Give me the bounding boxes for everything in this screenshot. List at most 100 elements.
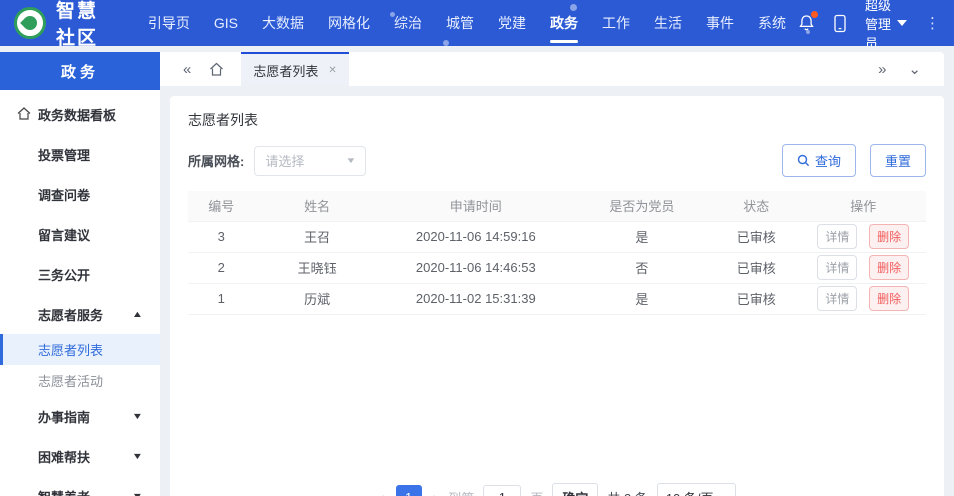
page-size-select[interactable]: 10 条/页 ⌄ xyxy=(656,482,737,496)
page-number-active[interactable]: 1 xyxy=(395,485,422,496)
app-title: 智慧社区 xyxy=(56,1,99,46)
collapse-sidebar-icon[interactable]: « xyxy=(174,61,200,78)
nav-item-governance[interactable]: 综治 xyxy=(382,0,434,46)
nav-item-government-active[interactable]: 政务 xyxy=(538,0,590,46)
col-header-actions: 操作 xyxy=(800,191,926,221)
grid-select[interactable]: 请选择 ▼ xyxy=(254,145,367,176)
table-row: 2 王晓钰 2020-11-06 14:46:53 否 已审核 详情 删除 xyxy=(188,252,926,284)
cell-time: 2020-11-06 14:46:53 xyxy=(379,252,572,284)
nav-item-city[interactable]: 城管 xyxy=(434,0,486,46)
prev-page-icon[interactable]: ‹ xyxy=(378,489,387,496)
cell-time: 2020-11-02 15:31:39 xyxy=(379,283,572,315)
nav-item-grid[interactable]: 网格化 xyxy=(316,0,382,46)
sidebar-menu: 政务数据看板 投票管理 调查问卷 留言建议 三务公开 志愿者服务 ▲ 志愿者列表… xyxy=(0,90,160,496)
sidebar-item-disclosure[interactable]: 三务公开 xyxy=(0,254,160,294)
sidebar-item-label: 志愿者活动 xyxy=(38,374,104,389)
sidebar-item-service-guide[interactable]: 办事指南 ▼ xyxy=(0,396,160,436)
sidebar-item-elderly-care[interactable]: 智慧养老 ▼ xyxy=(0,476,160,496)
sidebar-item-label: 留言建议 xyxy=(38,227,91,243)
nav-item-event[interactable]: 事件 xyxy=(694,0,746,46)
col-header-time: 申请时间 xyxy=(379,191,572,221)
topbar-right: 超级管理员 ⋮ xyxy=(798,0,940,46)
sidebar-title: 政务 xyxy=(0,52,160,90)
sidebar-item-label: 智慧养老 xyxy=(38,487,90,496)
notification-bell-icon[interactable] xyxy=(798,11,818,34)
cell-status: 已审核 xyxy=(711,252,801,284)
top-navbar: 智慧社区 引导页 GIS 大数据 网格化 综治 城管 党建 政务 工作 生活 事… xyxy=(0,0,954,46)
delete-button[interactable]: 删除 xyxy=(869,286,910,311)
detail-button[interactable]: 详情 xyxy=(817,286,858,311)
main-area: « 志愿者列表 ✕ » ⌄ 志愿者列表 所属网格: 请选择 ▼ 查询 重置 编号… xyxy=(160,52,954,496)
nav-item-party[interactable]: 党建 xyxy=(486,0,538,46)
nav-item-bigdata[interactable]: 大数据 xyxy=(250,0,316,46)
delete-button[interactable]: 删除 xyxy=(869,224,910,249)
home-icon xyxy=(17,107,31,120)
cell-actions: 详情 删除 xyxy=(800,220,926,253)
nav-item-work[interactable]: 工作 xyxy=(590,0,642,46)
reset-button[interactable]: 重置 xyxy=(869,144,926,177)
total-count-label: 共 3 条 xyxy=(607,488,647,496)
sidebar-item-volunteer-list[interactable]: 志愿者列表 xyxy=(0,334,160,365)
goto-page-input[interactable] xyxy=(483,484,522,496)
sidebar-item-feedback[interactable]: 留言建议 xyxy=(0,214,160,254)
close-icon[interactable]: ✕ xyxy=(328,65,336,76)
tab-options-icon[interactable]: ⌄ xyxy=(899,60,930,78)
cell-party: 是 xyxy=(571,283,712,315)
table-header-row: 编号 姓名 申请时间 是否为党员 状态 操作 xyxy=(188,191,926,221)
tab-strip: « 志愿者列表 ✕ » ⌄ xyxy=(160,52,944,86)
sidebar-item-survey[interactable]: 调查问卷 xyxy=(0,174,160,214)
chevron-down-icon xyxy=(897,20,907,26)
sidebar-item-volunteer-activity[interactable]: 志愿者活动 xyxy=(0,365,160,396)
sidebar-item-label: 投票管理 xyxy=(38,147,91,163)
reset-button-label: 重置 xyxy=(884,154,911,169)
top-nav-menu: 引导页 GIS 大数据 网格化 综治 城管 党建 政务 工作 生活 事件 系统 xyxy=(136,0,798,46)
content-card: 志愿者列表 所属网格: 请选择 ▼ 查询 重置 编号 姓名 申请时间 是否为党员… xyxy=(170,96,944,496)
table-row: 3 王召 2020-11-06 14:59:16 是 已审核 详情 删除 xyxy=(188,220,926,253)
page-size-value: 10 条/页 xyxy=(666,488,714,496)
tab-label: 志愿者列表 xyxy=(253,63,319,79)
tab-volunteer-list[interactable]: 志愿者列表 ✕ xyxy=(241,52,349,86)
app-logo xyxy=(14,7,46,39)
delete-button[interactable]: 删除 xyxy=(869,255,910,280)
sidebar-item-dashboard[interactable]: 政务数据看板 xyxy=(0,94,160,134)
sidebar-item-volunteer-service[interactable]: 志愿者服务 ▲ xyxy=(0,294,160,334)
detail-button[interactable]: 详情 xyxy=(817,255,858,280)
home-tab-icon[interactable] xyxy=(200,62,233,76)
nav-item-gis[interactable]: GIS xyxy=(202,0,250,46)
chevron-down-icon: ⌄ xyxy=(720,492,728,496)
sidebar-item-voting[interactable]: 投票管理 xyxy=(0,134,160,174)
col-header-status: 状态 xyxy=(711,191,801,221)
sidebar-item-label: 三务公开 xyxy=(38,267,91,283)
cell-id: 1 xyxy=(188,283,255,315)
nav-item-system[interactable]: 系统 xyxy=(746,0,798,46)
cell-actions: 详情 删除 xyxy=(800,252,926,284)
user-menu[interactable]: 超级管理员 xyxy=(865,0,907,46)
nav-item-life[interactable]: 生活 xyxy=(642,0,694,46)
volunteer-table: 编号 姓名 申请时间 是否为党员 状态 操作 3 王召 2020-11-06 1 xyxy=(188,191,926,315)
detail-button[interactable]: 详情 xyxy=(817,224,858,249)
goto-suffix-label: 页 xyxy=(530,488,543,496)
cell-time: 2020-11-06 14:59:16 xyxy=(379,220,572,253)
nav-item-guide[interactable]: 引导页 xyxy=(136,0,202,46)
expand-tabs-icon[interactable]: » xyxy=(869,61,895,78)
pagination: ‹ 1 › 到第 页 确定 共 3 条 10 条/页 ⌄ xyxy=(188,482,926,496)
sidebar-item-assistance[interactable]: 困难帮扶 ▼ xyxy=(0,436,160,476)
table-row: 1 历斌 2020-11-02 15:31:39 是 已审核 详情 删除 xyxy=(188,283,926,315)
chevron-down-icon: ▼ xyxy=(345,156,357,165)
confirm-button[interactable]: 确定 xyxy=(552,482,599,496)
chevron-down-icon: ▼ xyxy=(131,411,144,421)
col-header-party: 是否为党员 xyxy=(571,191,712,221)
col-header-name: 姓名 xyxy=(254,191,380,221)
filter-bar: 所属网格: 请选择 ▼ 查询 重置 xyxy=(188,144,926,177)
next-page-icon[interactable]: › xyxy=(431,489,440,496)
search-button[interactable]: 查询 xyxy=(781,144,856,177)
grid-filter-label: 所属网格: xyxy=(188,154,245,169)
search-icon xyxy=(797,154,810,167)
kebab-menu-icon[interactable]: ⋮ xyxy=(925,14,940,32)
sidebar-item-label: 办事指南 xyxy=(38,409,91,425)
user-name: 超级管理员 xyxy=(864,0,891,46)
cell-party: 是 xyxy=(571,220,712,253)
mobile-device-icon[interactable] xyxy=(833,12,847,34)
layout: 政务 政务数据看板 投票管理 调查问卷 留言建议 三务公开 志愿者服务 ▲ 志愿… xyxy=(0,46,954,496)
sidebar-item-label: 政务数据看板 xyxy=(38,107,117,123)
